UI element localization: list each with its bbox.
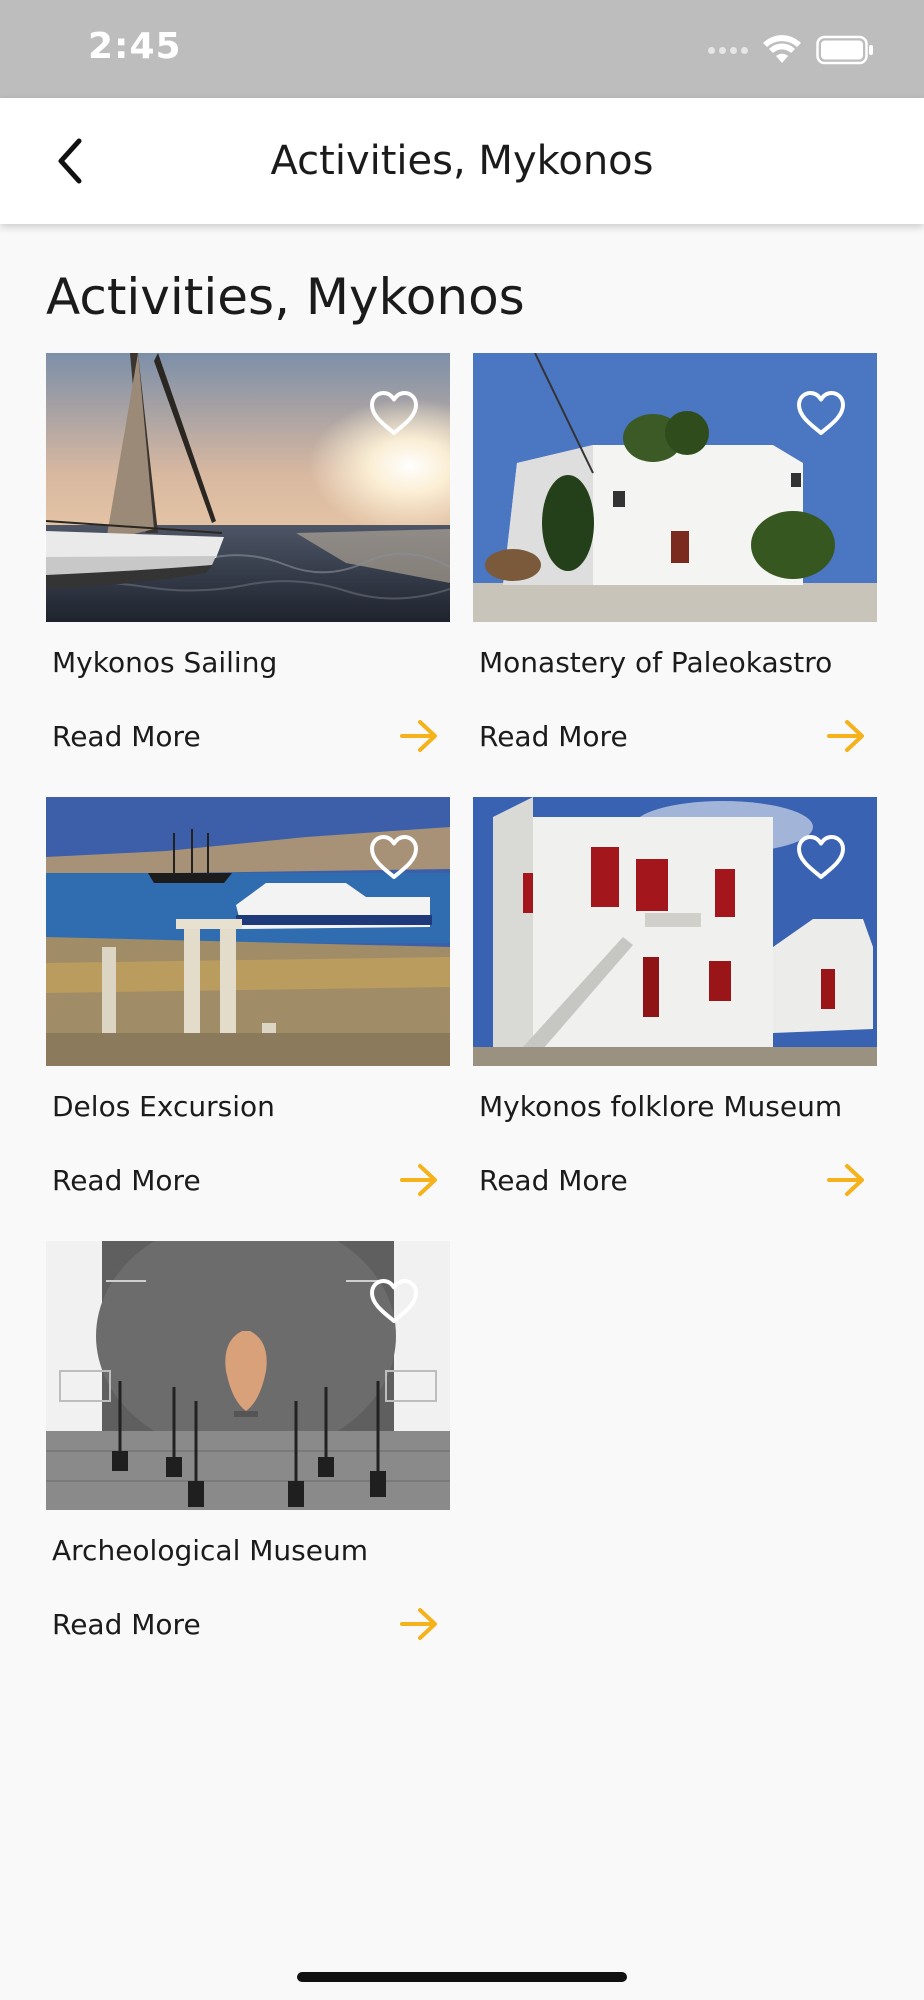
read-more-link[interactable]: Read More <box>473 1158 877 1202</box>
heart-outline-icon[interactable] <box>795 833 847 881</box>
heart-outline-icon[interactable] <box>795 389 847 437</box>
activity-title: Delos Excursion <box>52 1090 275 1123</box>
heart-outline-icon[interactable] <box>368 833 420 881</box>
activity-image[interactable] <box>473 353 877 622</box>
activity-image[interactable] <box>46 353 450 622</box>
activity-image[interactable] <box>46 797 450 1066</box>
cellular-signal-icon <box>708 46 748 54</box>
activity-image[interactable] <box>473 797 877 1066</box>
activity-card[interactable]: Mykonos Sailing Read More <box>46 353 450 758</box>
heart-outline-icon[interactable] <box>368 389 420 437</box>
home-indicator[interactable] <box>297 1972 627 1982</box>
arrow-right-icon[interactable] <box>398 1160 440 1200</box>
read-more-label: Read More <box>479 1163 628 1197</box>
read-more-label: Read More <box>52 1163 201 1197</box>
heart-outline-icon[interactable] <box>368 1277 420 1325</box>
activity-title: Mykonos folklore Museum <box>479 1090 843 1123</box>
arrow-right-icon[interactable] <box>398 716 440 756</box>
battery-icon <box>816 35 873 65</box>
read-more-link[interactable]: Read More <box>46 1602 450 1646</box>
activity-card[interactable]: Delos Excursion Read More <box>46 797 450 1202</box>
activity-title: Archeological Museum <box>52 1534 368 1567</box>
arrow-right-icon[interactable] <box>825 716 867 756</box>
activity-card[interactable]: Monastery of Paleokastro Read More <box>473 353 877 758</box>
read-more-link[interactable]: Read More <box>473 714 877 758</box>
arrow-right-icon[interactable] <box>825 1160 867 1200</box>
read-more-label: Read More <box>479 719 628 753</box>
read-more-link[interactable]: Read More <box>46 714 450 758</box>
status-bar: 2:45 <box>0 0 924 98</box>
activity-card[interactable]: Archeological Museum Read More <box>46 1241 450 1646</box>
arrow-right-icon[interactable] <box>398 1604 440 1644</box>
navigation-header: Activities, Mykonos <box>0 98 924 224</box>
page-title: Activities, Mykonos <box>46 268 525 326</box>
status-time: 2:45 <box>88 26 182 67</box>
read-more-label: Read More <box>52 1607 201 1641</box>
status-indicators <box>708 32 874 68</box>
read-more-link[interactable]: Read More <box>46 1158 450 1202</box>
activity-title: Monastery of Paleokastro <box>479 646 833 679</box>
activity-image[interactable] <box>46 1241 450 1510</box>
activity-card[interactable]: Mykonos folklore Museum Read More <box>473 797 877 1202</box>
read-more-label: Read More <box>52 719 201 753</box>
wifi-icon <box>763 35 801 63</box>
header-title: Activities, Mykonos <box>270 138 654 184</box>
activity-title: Mykonos Sailing <box>52 646 278 679</box>
